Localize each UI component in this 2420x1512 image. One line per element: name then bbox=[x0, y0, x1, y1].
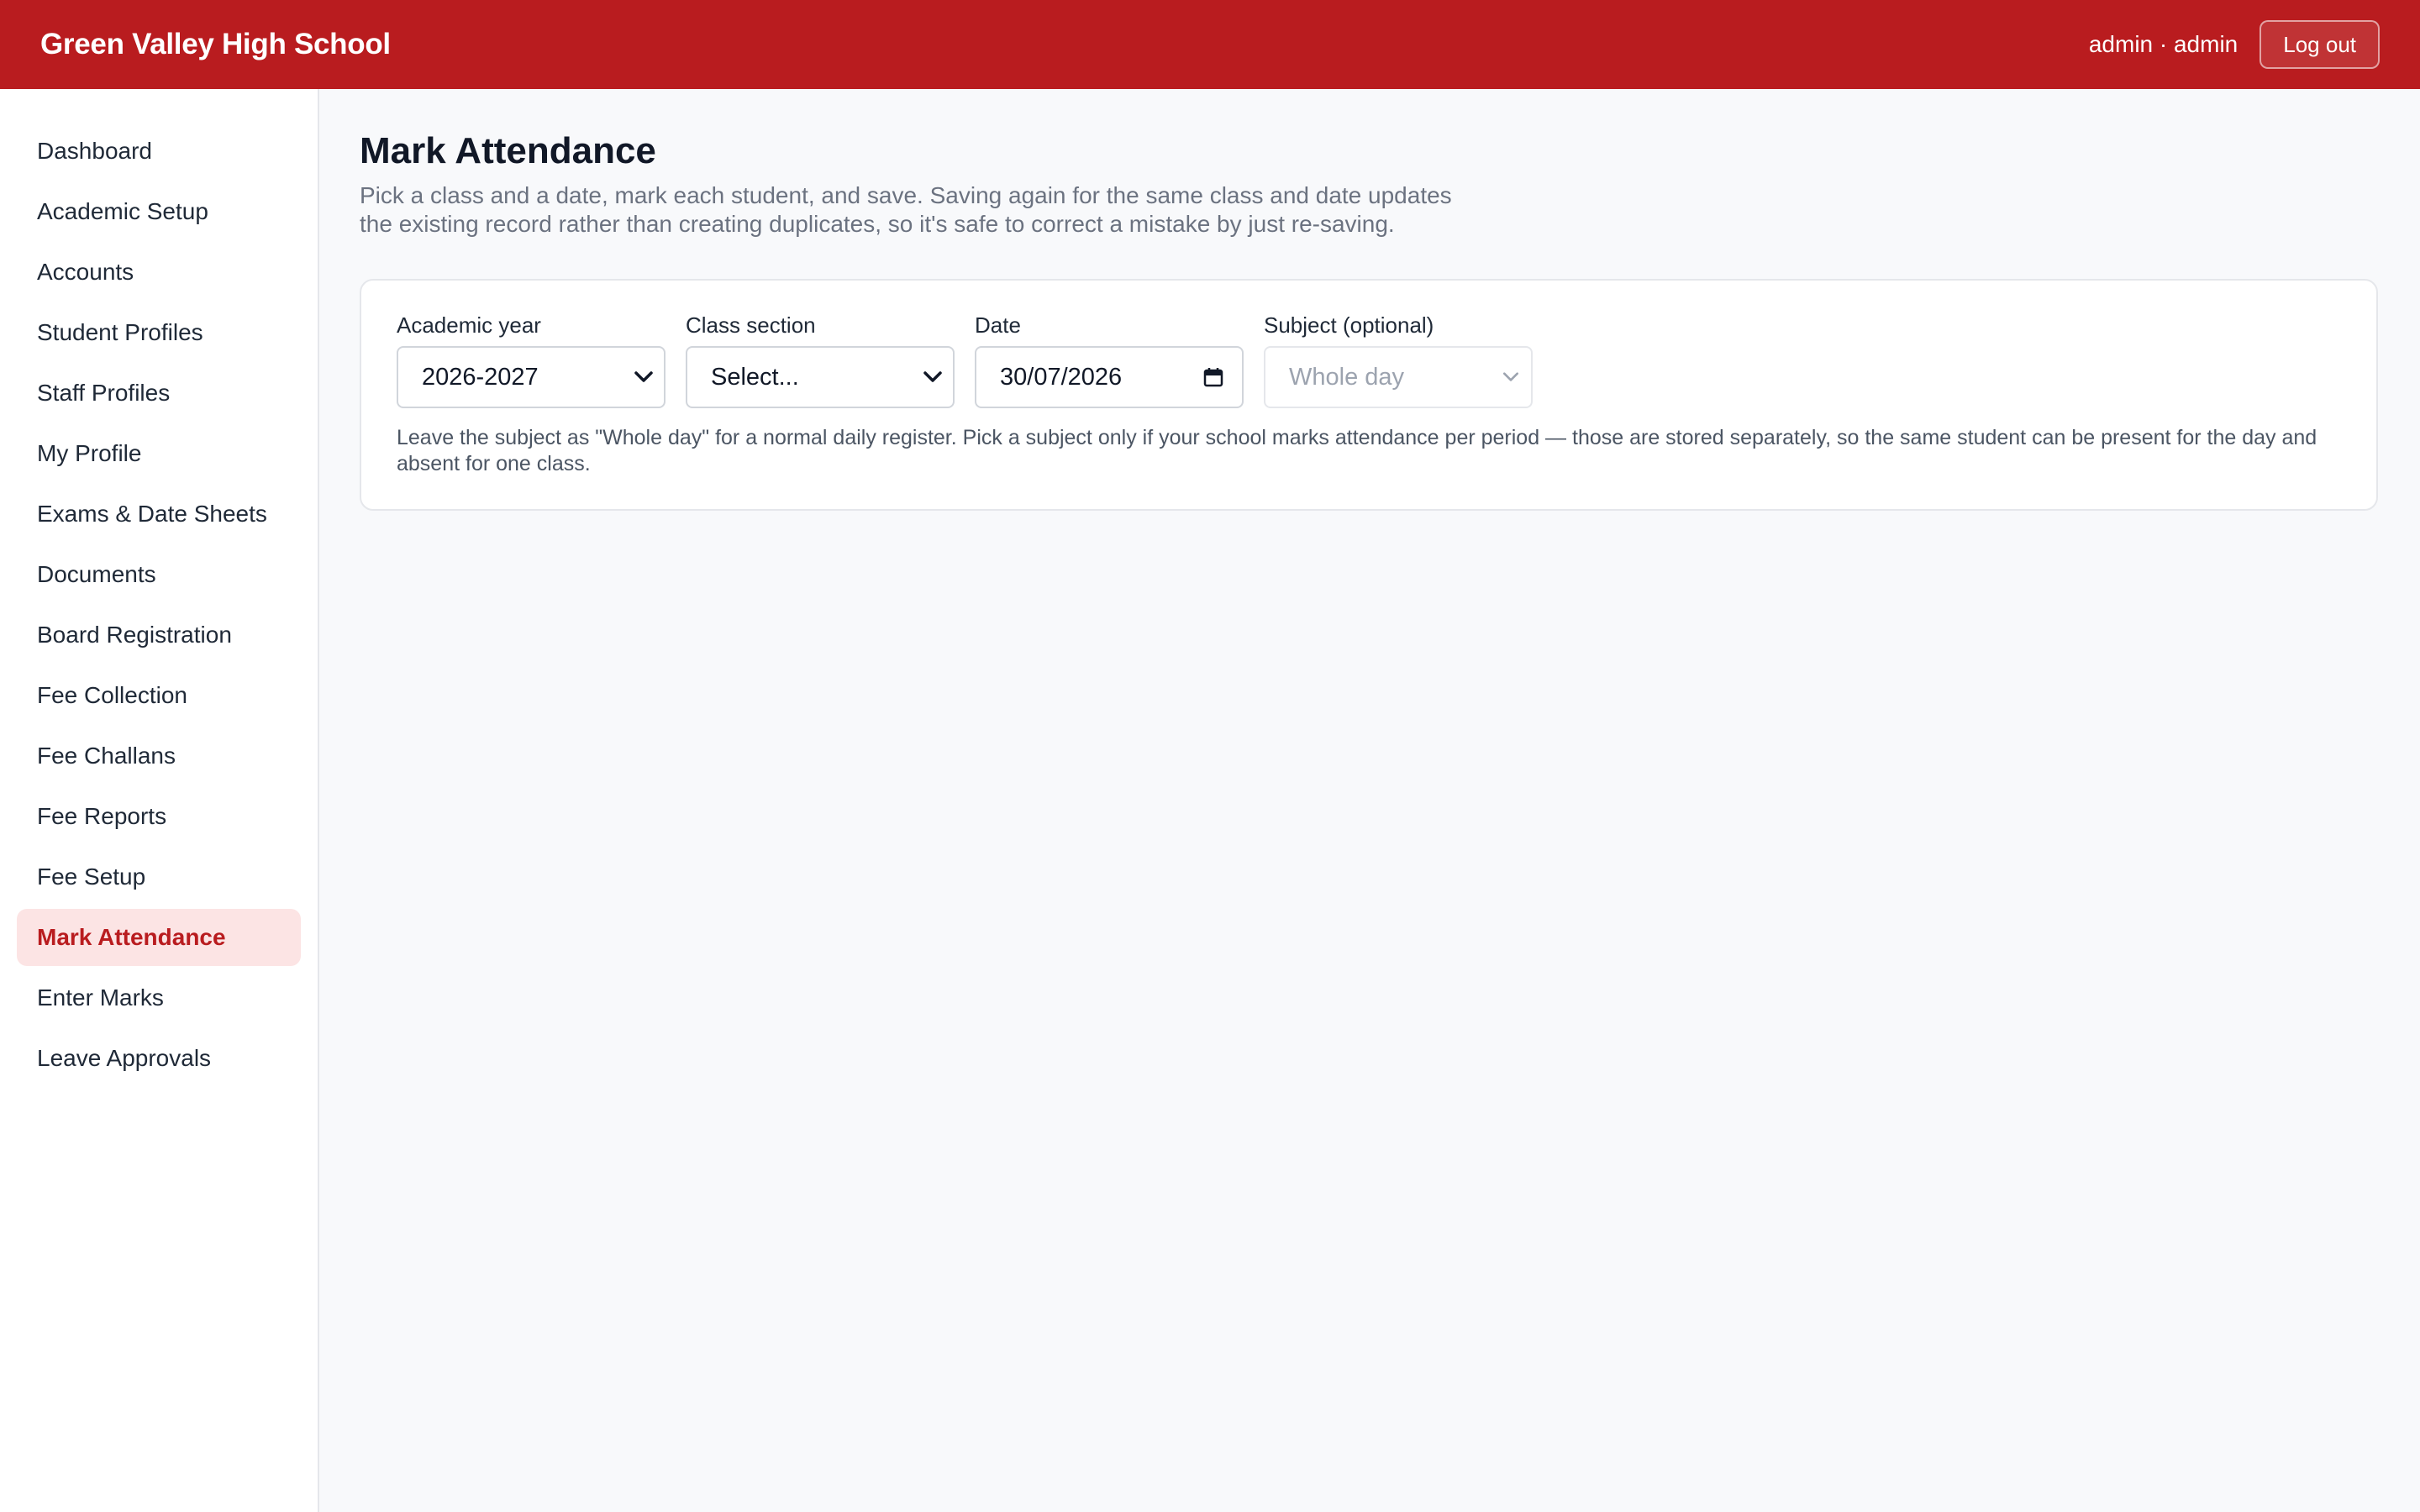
logout-button[interactable]: Log out bbox=[2260, 20, 2380, 69]
academic-year-select[interactable]: 2026-2027 bbox=[397, 346, 666, 408]
class-section-value: Select... bbox=[711, 363, 799, 391]
chevron-down-icon bbox=[1499, 365, 1523, 389]
date-field: Date 30/07/2026 bbox=[975, 312, 1244, 408]
academic-year-label: Academic year bbox=[397, 312, 541, 338]
sidebar: Dashboard Academic Setup Accounts Studen… bbox=[0, 89, 319, 1512]
calendar-icon[interactable] bbox=[1202, 365, 1225, 389]
top-bar: Green Valley High School admin · admin L… bbox=[0, 0, 2420, 89]
user-area: admin · admin Log out bbox=[2089, 20, 2380, 69]
class-section-field: Class section Select... bbox=[686, 312, 955, 408]
sidebar-item-dashboard[interactable]: Dashboard bbox=[17, 123, 301, 180]
filter-fields: Academic year 2026-2027 Class section Se… bbox=[397, 312, 2341, 408]
academic-year-value: 2026-2027 bbox=[422, 363, 539, 391]
sidebar-item-fee-setup[interactable]: Fee Setup bbox=[17, 848, 301, 906]
chevron-down-icon bbox=[921, 365, 944, 389]
subject-help-text: Leave the subject as "Whole day" for a n… bbox=[397, 426, 2317, 475]
academic-year-field: Academic year 2026-2027 bbox=[397, 312, 666, 408]
sidebar-item-enter-marks[interactable]: Enter Marks bbox=[17, 969, 301, 1026]
date-input[interactable]: 30/07/2026 bbox=[975, 346, 1244, 408]
sidebar-item-my-profile[interactable]: My Profile bbox=[17, 425, 301, 482]
chevron-down-icon bbox=[632, 365, 655, 389]
school-name: Green Valley High School bbox=[40, 28, 391, 60]
subject-value: Whole day bbox=[1289, 363, 1405, 391]
sidebar-item-mark-attendance[interactable]: Mark Attendance bbox=[17, 909, 301, 966]
page-title: Mark Attendance bbox=[360, 130, 656, 171]
sidebar-item-fee-challans[interactable]: Fee Challans bbox=[17, 727, 301, 785]
date-label: Date bbox=[975, 312, 1021, 338]
attendance-filter-card: Academic year 2026-2027 Class section Se… bbox=[360, 279, 2378, 511]
sidebar-item-leave-approvals[interactable]: Leave Approvals bbox=[17, 1030, 301, 1087]
sidebar-item-board-registration[interactable]: Board Registration bbox=[17, 606, 301, 664]
class-section-select[interactable]: Select... bbox=[686, 346, 955, 408]
subject-select: Whole day bbox=[1264, 346, 1533, 408]
subject-label: Subject (optional) bbox=[1264, 312, 1434, 338]
class-section-label: Class section bbox=[686, 312, 816, 338]
sidebar-item-accounts[interactable]: Accounts bbox=[17, 244, 301, 301]
sidebar-item-academic-setup[interactable]: Academic Setup bbox=[17, 183, 301, 240]
sidebar-item-student-profiles[interactable]: Student Profiles bbox=[17, 304, 301, 361]
subject-field: Subject (optional) Whole day bbox=[1264, 312, 1533, 408]
sidebar-item-fee-reports[interactable]: Fee Reports bbox=[17, 788, 301, 845]
sidebar-item-fee-collection[interactable]: Fee Collection bbox=[17, 667, 301, 724]
sidebar-item-staff-profiles[interactable]: Staff Profiles bbox=[17, 365, 301, 422]
sidebar-item-exams-date-sheets[interactable]: Exams & Date Sheets bbox=[17, 486, 301, 543]
main-content: Mark Attendance Pick a class and a date,… bbox=[360, 128, 2380, 511]
sidebar-item-documents[interactable]: Documents bbox=[17, 546, 301, 603]
page-description: Pick a class and a date, mark each stude… bbox=[360, 182, 1452, 237]
date-value: 30/07/2026 bbox=[1000, 363, 1123, 391]
user-label: admin · admin bbox=[2088, 31, 2238, 57]
